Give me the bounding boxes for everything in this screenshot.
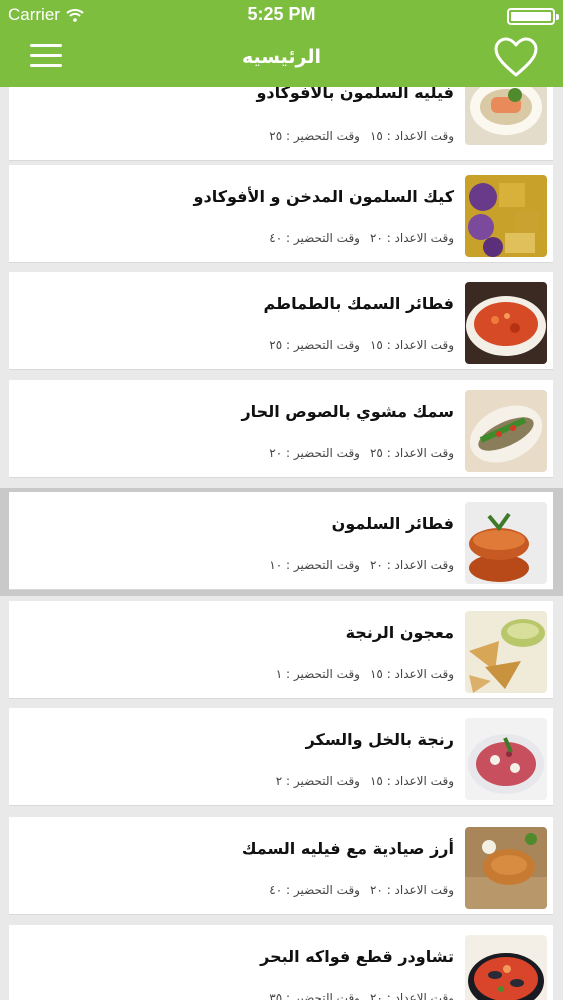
recipe-image [465, 502, 547, 584]
recipe-image [465, 282, 547, 364]
recipe-name: أرز صيادية مع فيليه السمك [241, 839, 454, 858]
recipe-image [465, 827, 547, 909]
recipe-card[interactable]: فطائر السمك بالطماطم وقت الاعداد : ١٥ وق… [9, 272, 553, 370]
favorites-button[interactable] [493, 36, 539, 78]
status-bar: Carrier 5:25 PM [0, 0, 563, 30]
recipe-name: كيك السلمون المدخن و الأفوكادو [193, 187, 454, 206]
recipe-card[interactable]: كيك السلمون المدخن و الأفوكادو وقت الاعد… [9, 165, 553, 263]
cook-time: وقت التحضير : ٤٠ [269, 883, 360, 897]
cook-time: وقت التحضير : ٢٥ [269, 338, 360, 352]
nav-bar: الرئيسيه [0, 30, 563, 87]
recipe-image [465, 390, 547, 472]
recipe-times: وقت الاعداد : ١٥ وقت التحضير : ١ [276, 667, 454, 681]
battery-icon [507, 8, 559, 25]
recipe-name: فيليه السلمون بالافوكادو [256, 87, 454, 102]
prep-time: وقت الاعداد : ٢٥ [369, 446, 454, 460]
recipe-times: وقت الاعداد : ٢٠ وقت التحضير : ٤٠ [269, 231, 454, 245]
recipe-image [465, 611, 547, 693]
prep-time: وقت الاعداد : ٢٠ [369, 558, 454, 572]
recipe-card[interactable]: معجون الرنجة وقت الاعداد : ١٥ وقت التحضي… [9, 601, 553, 699]
recipe-times: وقت الاعداد : ٢٠ وقت التحضير : ٤٠ [269, 883, 454, 897]
recipe-times: وقت الاعداد : ١٥ وقت التحضير : ٢٥ [269, 129, 454, 143]
recipe-card[interactable]: تشاودر قطع فواكه البحر وقت الاعداد : ٢٠ … [9, 925, 553, 1000]
recipe-times: وقت الاعداد : ٢٥ وقت التحضير : ٢٠ [269, 446, 454, 460]
recipe-name: معجون الرنجة [345, 623, 454, 642]
heart-icon [494, 37, 538, 77]
prep-time: وقت الاعداد : ٢٠ [369, 883, 454, 897]
recipe-times: وقت الاعداد : ١٥ وقت التحضير : ٢ [276, 774, 454, 788]
prep-time: وقت الاعداد : ٢٠ [369, 991, 454, 1000]
recipe-times: وقت الاعداد : ٢٠ وقت التحضير : ٣٥ [269, 991, 454, 1000]
recipe-card[interactable]: فطائر السلمون وقت الاعداد : ٢٠ وقت التحض… [9, 492, 553, 590]
clock: 5:25 PM [247, 4, 316, 24]
recipe-card[interactable]: فيليه السلمون بالافوكادو وقت الاعداد : ١… [9, 87, 553, 161]
recipe-times: وقت الاعداد : ٢٠ وقت التحضير : ١٠ [269, 558, 454, 572]
prep-time: وقت الاعداد : ٢٠ [369, 231, 454, 245]
cook-time: وقت التحضير : ٢ [275, 774, 360, 788]
recipe-card[interactable]: أرز صيادية مع فيليه السمك وقت الاعداد : … [9, 817, 553, 915]
recipe-card[interactable]: سمك مشوي بالصوص الحار وقت الاعداد : ٢٥ و… [9, 380, 553, 478]
recipe-name: فطائر السمك بالطماطم [263, 294, 454, 313]
recipe-image [465, 718, 547, 800]
recipe-image [465, 87, 547, 145]
prep-time: وقت الاعداد : ١٥ [369, 774, 454, 788]
recipe-name: سمك مشوي بالصوص الحار [241, 402, 454, 421]
recipe-image [465, 935, 547, 1000]
recipe-times: وقت الاعداد : ١٥ وقت التحضير : ٢٥ [269, 338, 454, 352]
recipe-image [465, 175, 547, 257]
recipe-name: تشاودر قطع فواكه البحر [260, 947, 454, 966]
page-title: الرئيسيه [242, 46, 321, 68]
prep-time: وقت الاعداد : ١٥ [369, 129, 454, 143]
cook-time: وقت التحضير : ٢٥ [269, 129, 360, 143]
cook-time: وقت التحضير : ٢٠ [269, 446, 360, 460]
cook-time: وقت التحضير : ١٠ [269, 558, 360, 572]
prep-time: وقت الاعداد : ١٥ [369, 338, 454, 352]
recipe-name: رنجة بالخل والسكر [305, 730, 454, 749]
cook-time: وقت التحضير : ٤٠ [269, 231, 360, 245]
cook-time: وقت التحضير : ٣٥ [269, 991, 360, 1000]
recipe-name: فطائر السلمون [331, 514, 454, 533]
cook-time: وقت التحضير : ١ [275, 667, 360, 681]
recipe-card[interactable]: رنجة بالخل والسكر وقت الاعداد : ١٥ وقت ا… [9, 708, 553, 806]
recipe-list[interactable]: فيليه السلمون بالافوكادو وقت الاعداد : ١… [0, 87, 563, 1000]
prep-time: وقت الاعداد : ١٥ [369, 667, 454, 681]
